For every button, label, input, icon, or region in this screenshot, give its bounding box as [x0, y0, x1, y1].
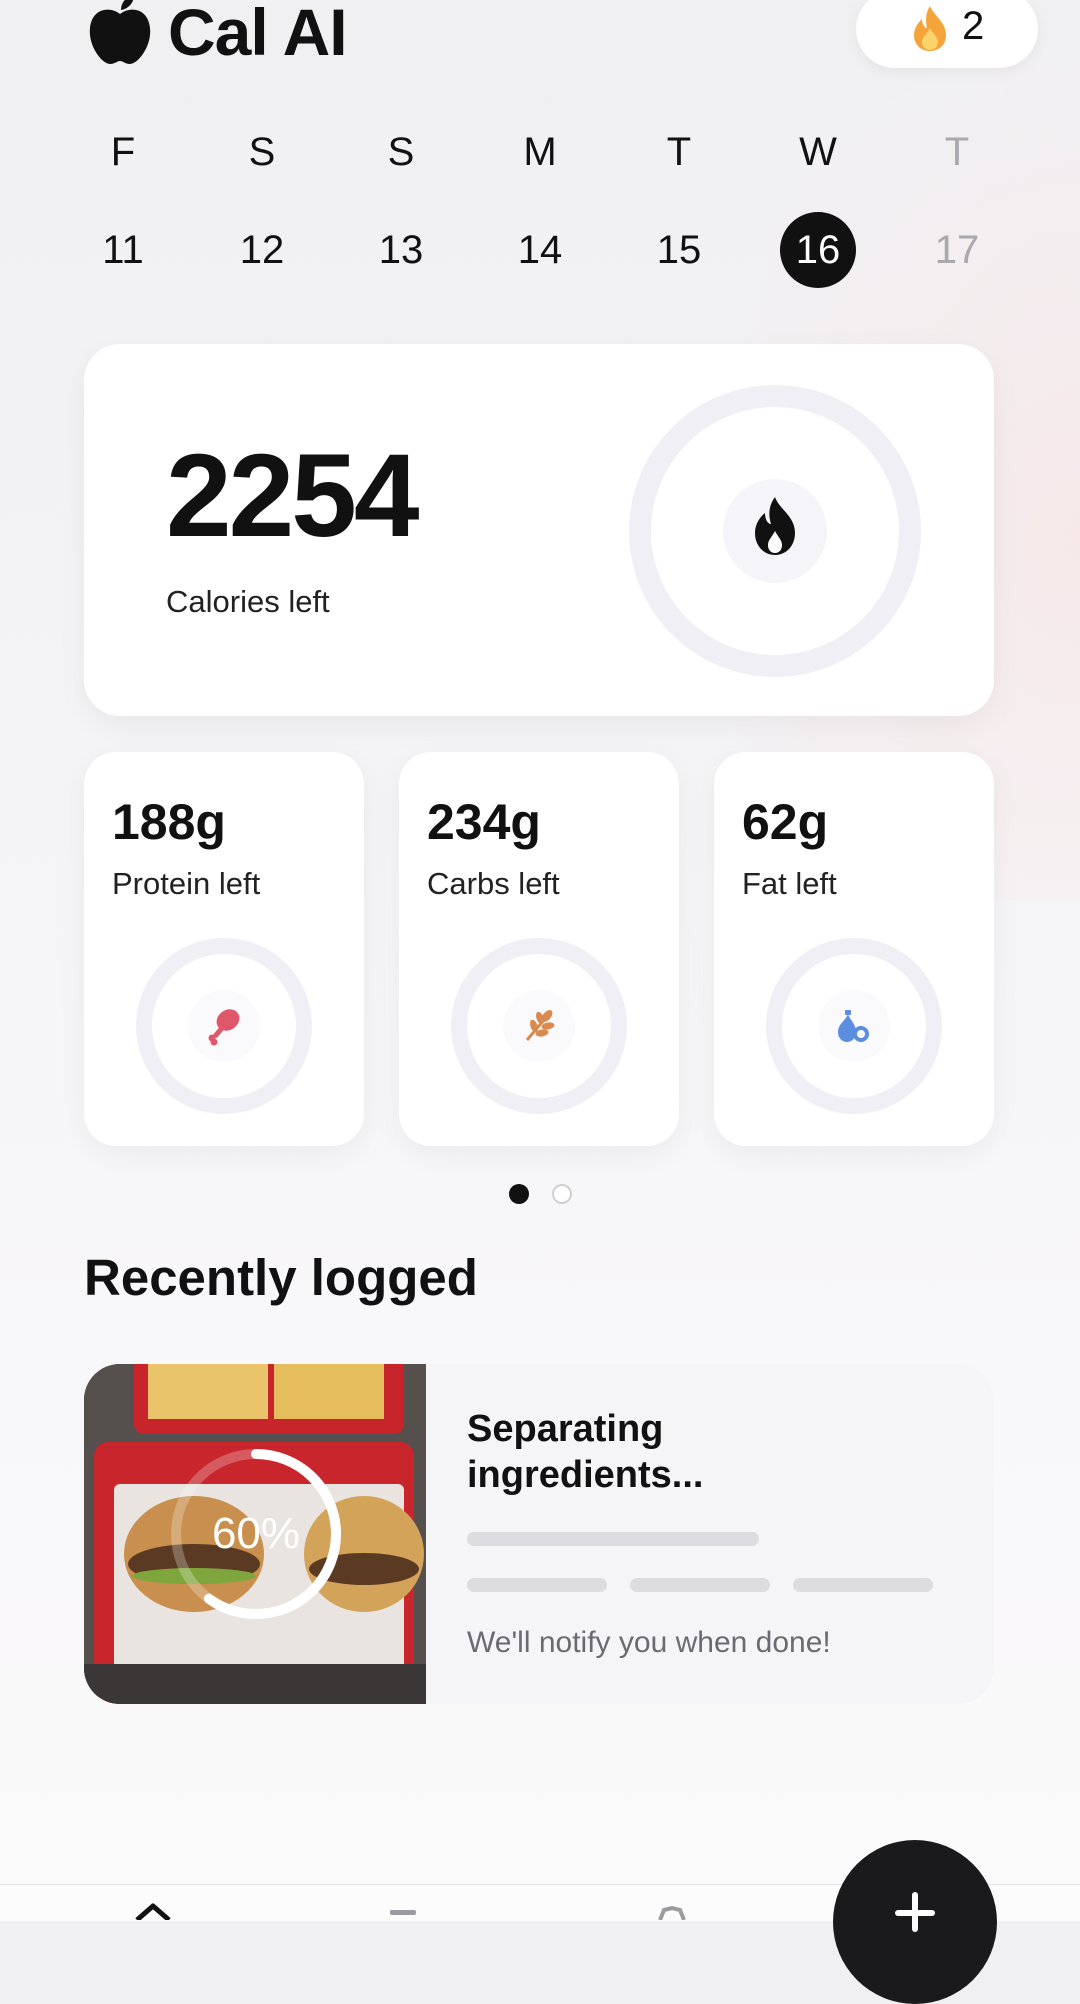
day-item[interactable]: S 12	[222, 120, 302, 300]
flame-icon	[914, 6, 946, 51]
app-title: Cal AI	[168, 0, 348, 69]
protein-value: 188g	[112, 794, 226, 850]
skeleton-line	[793, 1578, 933, 1592]
day-number: 13	[378, 228, 424, 272]
pager-dot[interactable]	[552, 1184, 572, 1204]
home-icon[interactable]	[133, 1902, 173, 1920]
day-letter: W	[799, 130, 837, 174]
fat-ring	[766, 938, 942, 1114]
day-number: 15	[656, 228, 702, 272]
food-photo: 60%	[84, 1364, 426, 1704]
pager-dot-active[interactable]	[509, 1184, 529, 1204]
skeleton-line	[467, 1532, 759, 1546]
calories-ring	[629, 385, 921, 677]
fat-value: 62g	[742, 794, 829, 850]
day-letter: S	[248, 130, 276, 174]
day-item[interactable]: T 15	[639, 120, 719, 300]
carbs-value: 234g	[427, 794, 541, 850]
calories-label: Calories left	[166, 584, 330, 619]
progress-percent: 60%	[211, 1509, 301, 1558]
log-status-title: Separating ingredients...	[467, 1408, 704, 1496]
fat-label: Fat left	[742, 866, 837, 901]
skeleton-line	[630, 1578, 770, 1592]
day-number: 16	[780, 212, 856, 288]
fat-card[interactable]: 62g Fat left	[714, 752, 994, 1146]
day-letter: F	[110, 130, 136, 174]
day-item[interactable]: T 17	[917, 120, 997, 300]
week-calendar: F 11 S 12 S 13 M 14 T 15 W 16 T 17	[0, 120, 1080, 300]
carbs-card[interactable]: 234g Carbs left	[399, 752, 679, 1146]
header: Cal AI 2	[0, 0, 1080, 90]
protein-card[interactable]: 188g Protein left	[84, 752, 364, 1146]
calories-card[interactable]: 2254 Calories left	[84, 344, 994, 716]
section-title: Recently logged	[84, 1249, 478, 1306]
day-number: 11	[102, 228, 144, 272]
protein-label: Protein left	[112, 866, 261, 901]
day-number: 12	[239, 228, 285, 272]
carbs-ring	[451, 938, 627, 1114]
day-item[interactable]: S 13	[361, 120, 441, 300]
log-note: We'll notify you when done!	[467, 1626, 831, 1659]
analytics-icon[interactable]	[384, 1902, 424, 1920]
day-item[interactable]: M 14	[500, 120, 580, 300]
apple-icon	[89, 0, 151, 65]
day-item-selected[interactable]: W 16	[778, 120, 858, 300]
add-button[interactable]	[833, 1840, 997, 2004]
day-letter: M	[523, 130, 557, 174]
recent-log-item[interactable]: 60% Separating ingredients... We'll noti…	[84, 1364, 994, 1704]
skeleton-line	[467, 1578, 607, 1592]
streak-count: 2	[962, 4, 985, 48]
day-number: 14	[517, 228, 563, 272]
streak-badge[interactable]: 2	[856, 0, 1038, 68]
day-letter: T	[944, 130, 970, 174]
day-number: 17	[934, 228, 980, 272]
day-letter: S	[387, 130, 415, 174]
day-letter: T	[666, 130, 692, 174]
calories-value: 2254	[166, 430, 420, 562]
carbs-label: Carbs left	[427, 866, 560, 901]
settings-icon[interactable]	[652, 1902, 692, 1920]
protein-ring	[136, 938, 312, 1114]
day-item[interactable]: F 11	[83, 120, 163, 300]
